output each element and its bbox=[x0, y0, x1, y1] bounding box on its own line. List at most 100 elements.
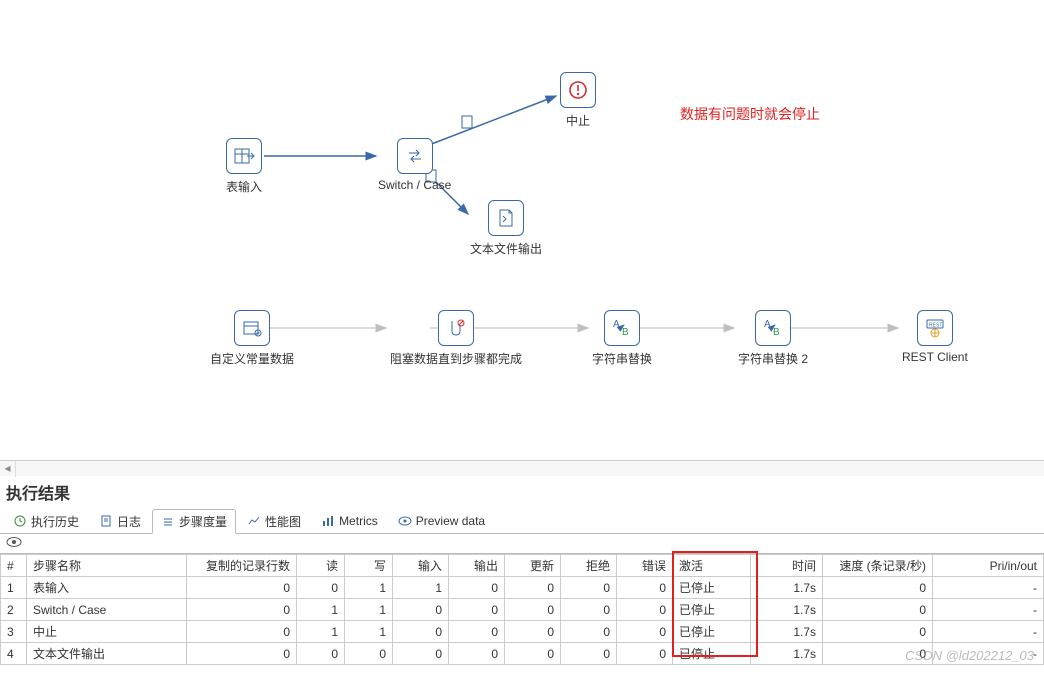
horizontal-scrollbar[interactable]: ◂ bbox=[0, 460, 1044, 476]
cell: 1 bbox=[345, 577, 393, 599]
col-speed[interactable]: 速度 (条记录/秒) bbox=[823, 555, 933, 577]
tab-label: 日志 bbox=[117, 513, 141, 530]
tab-label: 执行历史 bbox=[31, 513, 79, 530]
node-text-output[interactable]: 文本文件输出 bbox=[470, 200, 542, 257]
col-active[interactable]: 激活 bbox=[673, 555, 751, 577]
cell: 0 bbox=[393, 621, 449, 643]
table-row[interactable]: 4文本文件输出00000000已停止1.7s0- bbox=[1, 643, 1044, 665]
cell: 0 bbox=[345, 643, 393, 665]
cell: 1.7s bbox=[751, 621, 823, 643]
node-table-input[interactable]: 表输入 bbox=[226, 138, 262, 195]
cell: 0 bbox=[561, 643, 617, 665]
node-string-replace-1[interactable]: AB 字符串替换 bbox=[592, 310, 652, 367]
tab-label: 性能图 bbox=[265, 513, 301, 530]
eye-icon[interactable] bbox=[6, 537, 22, 551]
annotation-text: 数据有问题时就会停止 bbox=[680, 104, 820, 124]
cell: 0 bbox=[393, 599, 449, 621]
col-update[interactable]: 更新 bbox=[505, 555, 561, 577]
col-name[interactable]: 步骤名称 bbox=[27, 555, 187, 577]
node-switch-case[interactable]: Switch / Case bbox=[378, 138, 451, 192]
cell: 1.7s bbox=[751, 643, 823, 665]
step-metrics-icon bbox=[161, 515, 175, 529]
node-abort[interactable]: 中止 bbox=[560, 72, 596, 129]
col-copies[interactable]: 复制的记录行数 bbox=[187, 555, 297, 577]
scroll-left-button[interactable]: ◂ bbox=[0, 461, 16, 477]
node-block-until[interactable]: 阻塞数据直到步骤都完成 bbox=[390, 310, 522, 367]
table-row[interactable]: 2Switch / Case01100000已停止1.7s0- bbox=[1, 599, 1044, 621]
node-label: 文本文件输出 bbox=[470, 240, 542, 257]
workflow-canvas[interactable]: 表输入 Switch / Case 中止 文本文件输出 自定义常量数据 阻塞数据… bbox=[0, 0, 1044, 460]
svg-text:B: B bbox=[622, 327, 629, 338]
col-read[interactable]: 读 bbox=[297, 555, 345, 577]
tab-preview[interactable]: Preview data bbox=[389, 510, 494, 531]
col-priinout[interactable]: Pri/in/out bbox=[933, 555, 1044, 577]
cell: - bbox=[933, 577, 1044, 599]
cell: 已停止 bbox=[673, 577, 751, 599]
cell: 0 bbox=[449, 621, 505, 643]
cell: 0 bbox=[561, 599, 617, 621]
cell: 1.7s bbox=[751, 599, 823, 621]
node-label: 自定义常量数据 bbox=[210, 350, 294, 367]
tab-label: Preview data bbox=[416, 514, 485, 528]
tab-step-metrics[interactable]: 步骤度量 bbox=[152, 509, 236, 534]
tab-metrics[interactable]: Metrics bbox=[312, 510, 387, 531]
metrics-icon bbox=[321, 514, 335, 528]
cell: 0 bbox=[449, 599, 505, 621]
cell: 1 bbox=[393, 577, 449, 599]
cell: 0 bbox=[449, 643, 505, 665]
cell: 0 bbox=[617, 599, 673, 621]
cell: 0 bbox=[449, 577, 505, 599]
cell: 已停止 bbox=[673, 621, 751, 643]
tab-history[interactable]: 执行历史 bbox=[4, 509, 88, 533]
cell: 0 bbox=[187, 577, 297, 599]
preview-icon bbox=[398, 514, 412, 528]
cell: 0 bbox=[505, 643, 561, 665]
abort-icon bbox=[567, 79, 589, 101]
tab-log[interactable]: 日志 bbox=[90, 509, 150, 533]
cell: - bbox=[933, 599, 1044, 621]
col-reject[interactable]: 拒绝 bbox=[561, 555, 617, 577]
results-tabs: 执行历史 日志 步骤度量 性能图 Metrics Preview data bbox=[0, 508, 1044, 534]
node-label: 中止 bbox=[560, 112, 596, 129]
col-write[interactable]: 写 bbox=[345, 555, 393, 577]
replace-icon: AB bbox=[761, 317, 785, 339]
cell: 已停止 bbox=[673, 599, 751, 621]
cell: 4 bbox=[1, 643, 27, 665]
cell: 3 bbox=[1, 621, 27, 643]
results-panel: 执行结果 执行历史 日志 步骤度量 性能图 Metrics Preview da… bbox=[0, 476, 1044, 665]
cell: 表输入 bbox=[27, 577, 187, 599]
cell: 0 bbox=[297, 643, 345, 665]
cell: 0 bbox=[187, 643, 297, 665]
cell: 0 bbox=[561, 621, 617, 643]
node-rest-client[interactable]: REST REST Client bbox=[902, 310, 968, 364]
tab-label: 步骤度量 bbox=[179, 513, 227, 530]
cell: 0 bbox=[505, 577, 561, 599]
tab-label: Metrics bbox=[339, 514, 378, 528]
node-constant-data[interactable]: 自定义常量数据 bbox=[210, 310, 294, 367]
cell: 0 bbox=[823, 643, 933, 665]
cell: 0 bbox=[823, 621, 933, 643]
perf-icon bbox=[247, 514, 261, 528]
step-metrics-table: # 步骤名称 复制的记录行数 读 写 输入 输出 更新 拒绝 错误 激活 时间 … bbox=[0, 554, 1044, 665]
cell: 1 bbox=[345, 599, 393, 621]
cell: 1 bbox=[345, 621, 393, 643]
text-output-icon bbox=[495, 207, 517, 229]
cell: 0 bbox=[823, 599, 933, 621]
table-row[interactable]: 3中止01100000已停止1.7s0- bbox=[1, 621, 1044, 643]
cell: 1 bbox=[297, 599, 345, 621]
switch-icon bbox=[404, 145, 426, 167]
col-error[interactable]: 错误 bbox=[617, 555, 673, 577]
col-input[interactable]: 输入 bbox=[393, 555, 449, 577]
tab-performance[interactable]: 性能图 bbox=[238, 509, 310, 533]
svg-text:REST: REST bbox=[929, 323, 942, 329]
cell: 0 bbox=[823, 577, 933, 599]
cell: 1 bbox=[1, 577, 27, 599]
cell: 0 bbox=[187, 599, 297, 621]
table-row[interactable]: 1表输入00110000已停止1.7s0- bbox=[1, 577, 1044, 599]
col-output[interactable]: 输出 bbox=[449, 555, 505, 577]
cell: 1 bbox=[297, 621, 345, 643]
col-idx[interactable]: # bbox=[1, 555, 27, 577]
node-string-replace-2[interactable]: AB 字符串替换 2 bbox=[738, 310, 808, 367]
toggle-columns-row bbox=[0, 534, 1044, 554]
col-time[interactable]: 时间 bbox=[751, 555, 823, 577]
